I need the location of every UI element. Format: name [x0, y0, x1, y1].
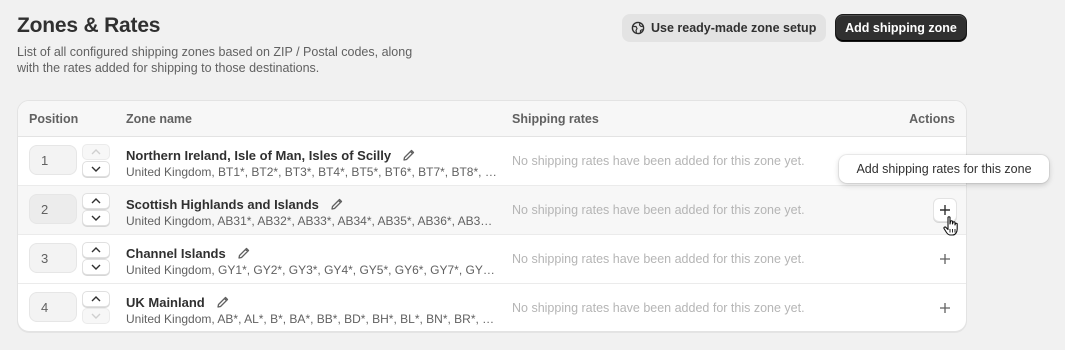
- shipping-rates-empty: No shipping rates have been added for th…: [512, 203, 805, 217]
- pencil-icon[interactable]: [215, 294, 231, 310]
- zone-name-text: Channel Islands: [126, 245, 226, 261]
- move-down-button[interactable]: [82, 308, 110, 324]
- pencil-icon[interactable]: [236, 245, 252, 261]
- chevron-down-icon: [91, 166, 101, 172]
- zones-table: Position Zone name Shipping rates Action…: [17, 100, 967, 332]
- chevron-up-icon: [91, 296, 101, 302]
- column-header-actions: Actions: [909, 112, 955, 126]
- ready-made-label: Use ready-made zone setup: [651, 21, 817, 35]
- add-shipping-zone-button[interactable]: Add shipping zone: [835, 14, 967, 42]
- table-row: Scottish Highlands and Islands United Ki…: [18, 186, 966, 235]
- table-row: UK Mainland United Kingdom, AB*, AL*, B*…: [18, 284, 966, 331]
- hand-pointer-cursor-icon: [943, 216, 958, 236]
- position-input[interactable]: [29, 243, 77, 273]
- table-header: Position Zone name Shipping rates Action…: [18, 101, 966, 137]
- chevron-down-icon: [91, 264, 101, 270]
- pencil-icon[interactable]: [329, 196, 345, 212]
- position-stepper: [82, 242, 110, 275]
- plus-icon: [940, 254, 950, 264]
- zone-name-text: UK Mainland: [126, 294, 205, 310]
- chevron-up-icon: [91, 247, 101, 253]
- chevron-up-icon: [91, 198, 101, 204]
- move-down-button[interactable]: [82, 259, 110, 275]
- shipping-rates-empty: No shipping rates have been added for th…: [512, 301, 805, 315]
- table-row: Channel Islands United Kingdom, GY1*, GY…: [18, 235, 966, 284]
- zone-name: Channel Islands: [126, 245, 252, 261]
- column-header-position: Position: [29, 112, 79, 126]
- use-ready-made-zone-setup-button[interactable]: Use ready-made zone setup: [622, 14, 826, 42]
- move-up-button[interactable]: [82, 242, 110, 258]
- move-up-button[interactable]: [82, 291, 110, 307]
- shipping-rates-empty: No shipping rates have been added for th…: [512, 252, 805, 266]
- zone-postal-codes: United Kingdom, BT1*, BT2*, BT3*, BT4*, …: [126, 165, 498, 179]
- pencil-icon[interactable]: [401, 147, 417, 163]
- zone-name-text: Northern Ireland, Isle of Man, Isles of …: [126, 147, 392, 163]
- zone-name: Northern Ireland, Isle of Man, Isles of …: [126, 147, 417, 163]
- column-header-shipping-rates: Shipping rates: [512, 112, 599, 126]
- zone-name: UK Mainland: [126, 294, 231, 310]
- chevron-down-icon: [91, 215, 101, 221]
- table-row: Northern Ireland, Isle of Man, Isles of …: [18, 137, 966, 186]
- globe-icon: [631, 21, 645, 35]
- add-shipping-rate-button[interactable]: [933, 247, 957, 271]
- page-description: List of all configured shipping zones ba…: [17, 45, 413, 75]
- position-stepper: [82, 291, 110, 324]
- position-input[interactable]: [29, 292, 77, 322]
- shipping-rates-empty: No shipping rates have been added for th…: [512, 154, 805, 168]
- move-down-button[interactable]: [82, 210, 110, 226]
- column-header-zone-name: Zone name: [126, 112, 192, 126]
- position-input[interactable]: [29, 194, 77, 224]
- zone-name-text: Scottish Highlands and Islands: [126, 196, 319, 212]
- zone-name: Scottish Highlands and Islands: [126, 196, 345, 212]
- position-input[interactable]: [29, 145, 77, 175]
- page-title: Zones & Rates: [17, 14, 161, 37]
- move-up-button[interactable]: [82, 193, 110, 209]
- chevron-down-icon: [91, 313, 101, 319]
- tooltip: Add shipping rates for this zone: [839, 155, 1049, 183]
- zone-postal-codes: United Kingdom, AB*, AL*, B*, BA*, BB*, …: [126, 312, 498, 326]
- position-stepper: [82, 193, 110, 226]
- position-stepper: [82, 144, 110, 177]
- move-down-button[interactable]: [82, 161, 110, 177]
- zone-postal-codes: United Kingdom, GY1*, GY2*, GY3*, GY4*, …: [126, 263, 498, 277]
- move-up-button[interactable]: [82, 144, 110, 160]
- plus-icon: [940, 303, 950, 313]
- add-shipping-rate-button[interactable]: [933, 296, 957, 320]
- chevron-up-icon: [91, 149, 101, 155]
- zone-postal-codes: United Kingdom, AB31*, AB32*, AB33*, AB3…: [126, 214, 498, 228]
